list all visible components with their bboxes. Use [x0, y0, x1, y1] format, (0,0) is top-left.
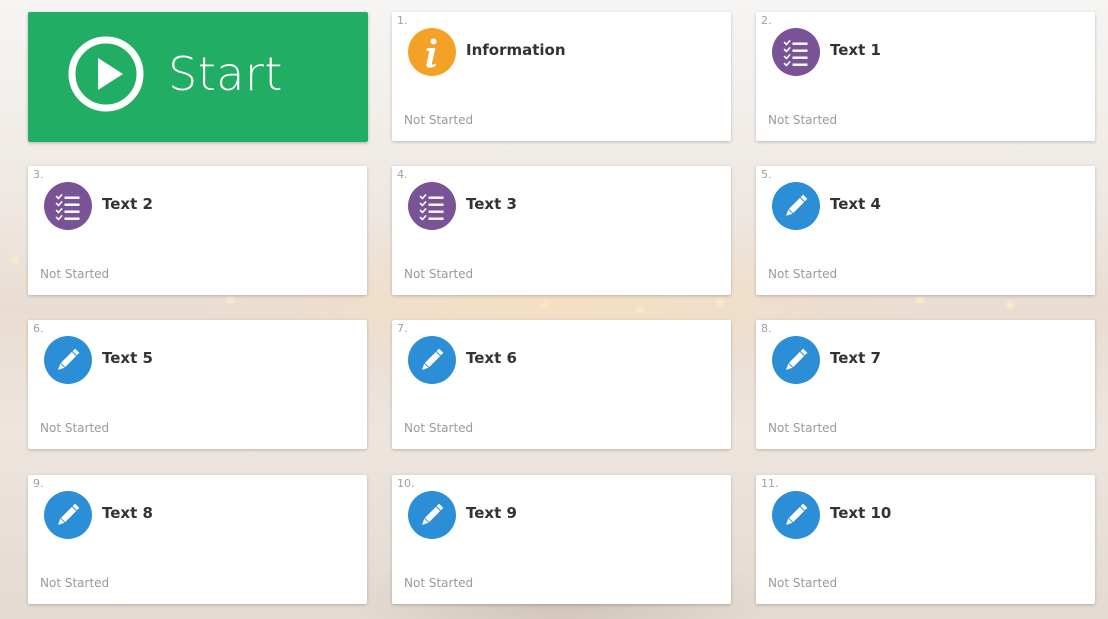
tile-status: Not Started: [768, 113, 838, 127]
tile-title: Text 4: [830, 195, 881, 213]
activity-tile-text-3[interactable]: 4. Text 3 Not Started: [392, 166, 731, 295]
activity-tile-text-1[interactable]: 2. Text 1 Not Started: [756, 12, 1095, 141]
activity-tile-text-9[interactable]: 10. Text 9 Not Started: [392, 475, 731, 604]
activity-tile-text-6[interactable]: 7. Text 6 Not Started: [392, 320, 731, 449]
tile-status: Not Started: [40, 576, 110, 590]
tile-title: Text 8: [102, 504, 153, 522]
activity-tile-text-8[interactable]: 9. Text 8 Not Started: [28, 475, 367, 604]
pencil-icon: [44, 491, 92, 539]
tile-title: Text 9: [466, 504, 517, 522]
activity-tile-text-5[interactable]: 6. Text 5 Not Started: [28, 320, 367, 449]
activity-tile-text-10[interactable]: 11. Text 10 Not Started: [756, 475, 1095, 604]
tile-title: Information: [466, 41, 566, 59]
checklist-icon: [772, 28, 820, 76]
play-circle-icon: [68, 36, 144, 112]
activity-tile-text-4[interactable]: 5. Text 4 Not Started: [756, 166, 1095, 295]
tile-status: Not Started: [404, 421, 474, 435]
tile-status: Not Started: [404, 113, 474, 127]
tile-number: 1.: [397, 14, 408, 27]
info-icon: [408, 28, 456, 76]
start-label: Start: [168, 47, 283, 101]
tile-number: 2.: [761, 14, 772, 27]
tile-title: Text 5: [102, 349, 153, 367]
tile-status: Not Started: [768, 421, 838, 435]
activity-tile-text-7[interactable]: 8. Text 7 Not Started: [756, 320, 1095, 449]
tile-title: Text 10: [830, 504, 892, 522]
tile-title: Text 7: [830, 349, 881, 367]
tile-status: Not Started: [768, 267, 838, 281]
start-button[interactable]: Start: [28, 12, 368, 142]
tile-number: 9.: [33, 477, 44, 490]
tile-number: 6.: [33, 322, 44, 335]
tile-title: Text 3: [466, 195, 517, 213]
tile-title: Text 6: [466, 349, 517, 367]
pencil-icon: [772, 491, 820, 539]
pencil-icon: [772, 182, 820, 230]
checklist-icon: [408, 182, 456, 230]
pencil-icon: [772, 336, 820, 384]
pencil-icon: [408, 491, 456, 539]
pencil-icon: [44, 336, 92, 384]
tile-status: Not Started: [768, 576, 838, 590]
tile-status: Not Started: [404, 267, 474, 281]
checklist-icon: [44, 182, 92, 230]
activity-tile-information[interactable]: 1. Information Not Started: [392, 12, 731, 141]
tile-status: Not Started: [404, 576, 474, 590]
tile-number: 7.: [397, 322, 408, 335]
tile-status: Not Started: [40, 421, 110, 435]
tile-number: 10.: [397, 477, 415, 490]
tile-number: 3.: [33, 168, 44, 181]
pencil-icon: [408, 336, 456, 384]
tile-title: Text 2: [102, 195, 153, 213]
tile-title: Text 1: [830, 41, 881, 59]
tile-number: 11.: [761, 477, 779, 490]
tile-number: 5.: [761, 168, 772, 181]
activity-tile-text-2[interactable]: 3. Text 2 Not Started: [28, 166, 367, 295]
tile-number: 8.: [761, 322, 772, 335]
tile-status: Not Started: [40, 267, 110, 281]
tile-number: 4.: [397, 168, 408, 181]
